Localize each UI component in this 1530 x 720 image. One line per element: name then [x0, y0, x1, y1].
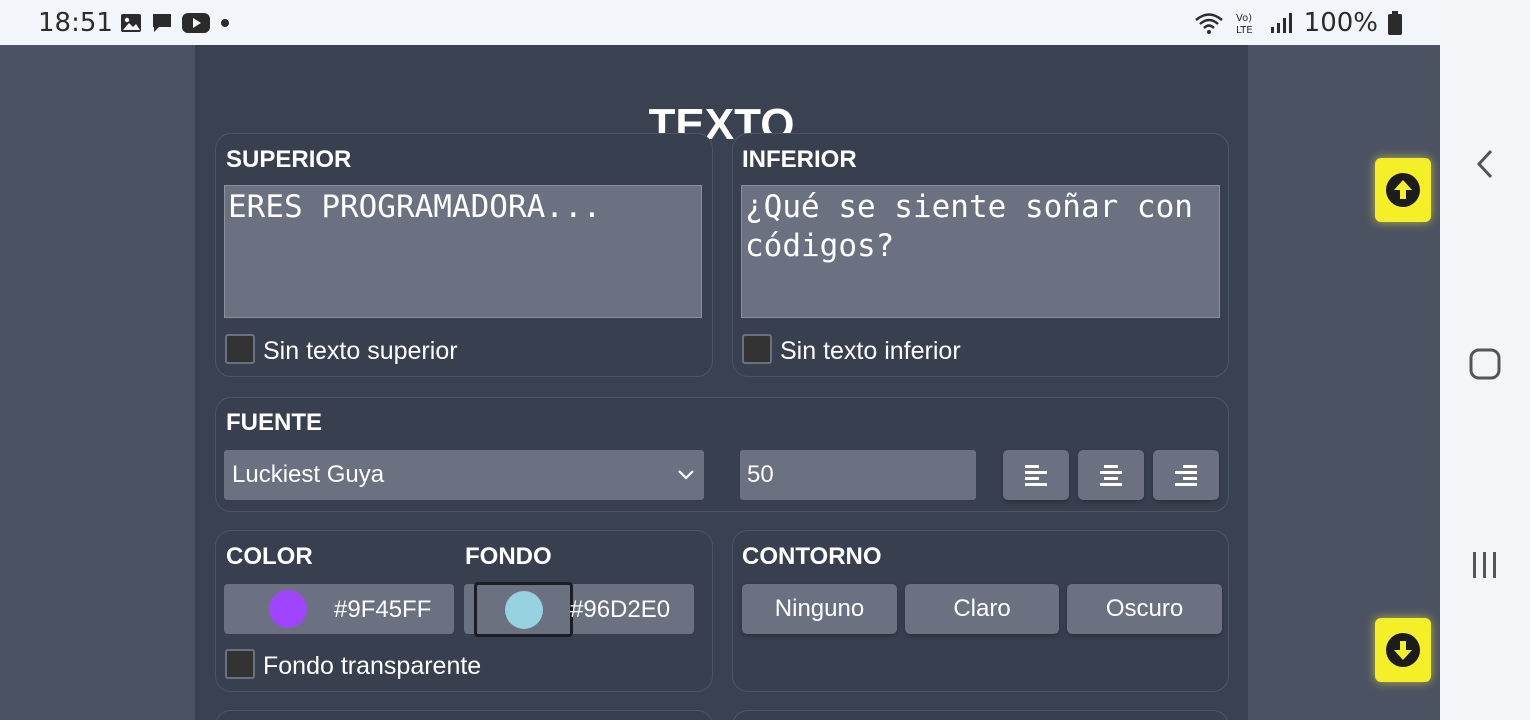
- font-size-input[interactable]: 50: [740, 450, 976, 500]
- battery-percent: 100%: [1303, 8, 1378, 38]
- chevron-down-icon: [678, 470, 694, 480]
- arrow-down-circle-icon: [1386, 633, 1420, 667]
- contorno-ninguno-button[interactable]: Ninguno: [742, 584, 897, 634]
- sin-texto-inferior-checkbox[interactable]: [742, 333, 772, 364]
- dot-icon: [221, 19, 229, 27]
- next-card-right: [732, 710, 1229, 720]
- status-time: 18:51: [38, 8, 113, 38]
- home-icon: [1469, 348, 1501, 380]
- superior-label: SUPERIOR: [226, 146, 352, 173]
- home-button[interactable]: [1440, 348, 1530, 380]
- align-left-button[interactable]: [1003, 450, 1069, 500]
- background-color-hex: #96D2E0: [570, 596, 671, 623]
- wifi-icon: [1194, 13, 1223, 34]
- message-icon: [153, 14, 171, 32]
- sin-texto-inferior-label: Sin texto inferior: [780, 337, 961, 365]
- battery-icon: [1388, 11, 1402, 35]
- text-color-picker[interactable]: #9F45FF: [224, 584, 454, 634]
- color-label: COLOR: [226, 543, 313, 570]
- inferior-text-input[interactable]: ¿Qué se siente soñar con códigos?: [741, 185, 1220, 318]
- youtube-icon: [182, 13, 210, 33]
- sin-texto-superior-label: Sin texto superior: [263, 337, 458, 365]
- align-center-icon: [1100, 465, 1122, 486]
- volte-icon: Vo)LTE: [1236, 13, 1253, 36]
- fondo-label: FONDO: [465, 543, 552, 570]
- align-center-button[interactable]: [1078, 450, 1144, 500]
- sin-texto-superior-option[interactable]: Sin texto superior: [225, 331, 458, 366]
- text-color-swatch: [269, 590, 307, 628]
- notification-icons: [120, 12, 231, 34]
- text-color-hex: #9F45FF: [334, 596, 432, 623]
- status-bar: 18:51 Vo) LTE 100%: [0, 0, 1440, 45]
- sin-texto-superior-checkbox[interactable]: [225, 333, 255, 364]
- svg-text:Vo): Vo): [1236, 13, 1252, 24]
- font-size-value: 50: [747, 461, 774, 488]
- align-right-icon: [1175, 465, 1197, 486]
- contorno-label: CONTORNO: [742, 543, 882, 570]
- fondo-transparente-label: Fondo transparente: [263, 652, 482, 680]
- inferior-label: INFERIOR: [742, 146, 857, 173]
- fondo-transparente-checkbox[interactable]: [225, 648, 255, 679]
- svg-text:LTE: LTE: [1236, 25, 1253, 36]
- font-select[interactable]: Luckiest Guya: [224, 450, 704, 500]
- background-color-swatch-frame[interactable]: [474, 582, 573, 637]
- contorno-oscuro-button[interactable]: Oscuro: [1067, 584, 1222, 634]
- align-right-button[interactable]: [1153, 450, 1219, 500]
- next-card-left: [215, 710, 713, 720]
- font-select-value: Luckiest Guya: [232, 461, 385, 488]
- arrow-up-circle-icon: [1386, 173, 1420, 207]
- superior-text-input[interactable]: ERES PROGRAMADORA...: [224, 185, 702, 318]
- sin-texto-inferior-option[interactable]: Sin texto inferior: [742, 331, 961, 366]
- scroll-up-button[interactable]: [1375, 158, 1431, 222]
- background-color-picker[interactable]: #96D2E0: [464, 582, 694, 637]
- back-button[interactable]: [1440, 148, 1530, 180]
- contorno-claro-button[interactable]: Claro: [905, 584, 1059, 634]
- signal-icon: [1270, 13, 1292, 33]
- gallery-icon: [121, 14, 141, 32]
- align-left-icon: [1025, 465, 1047, 486]
- scroll-down-button[interactable]: [1375, 618, 1431, 682]
- text-color-swatch-frame[interactable]: [268, 584, 308, 634]
- recents-button[interactable]: [1440, 550, 1530, 580]
- fondo-transparente-option[interactable]: Fondo transparente: [225, 646, 481, 681]
- system-icons: Vo) LTE 100%: [1194, 8, 1402, 38]
- background-color-swatch: [504, 590, 543, 629]
- fuente-label: FUENTE: [226, 409, 322, 436]
- navigation-bar: [1440, 0, 1530, 720]
- recents-icon: [1473, 552, 1496, 578]
- back-icon: [1476, 149, 1493, 179]
